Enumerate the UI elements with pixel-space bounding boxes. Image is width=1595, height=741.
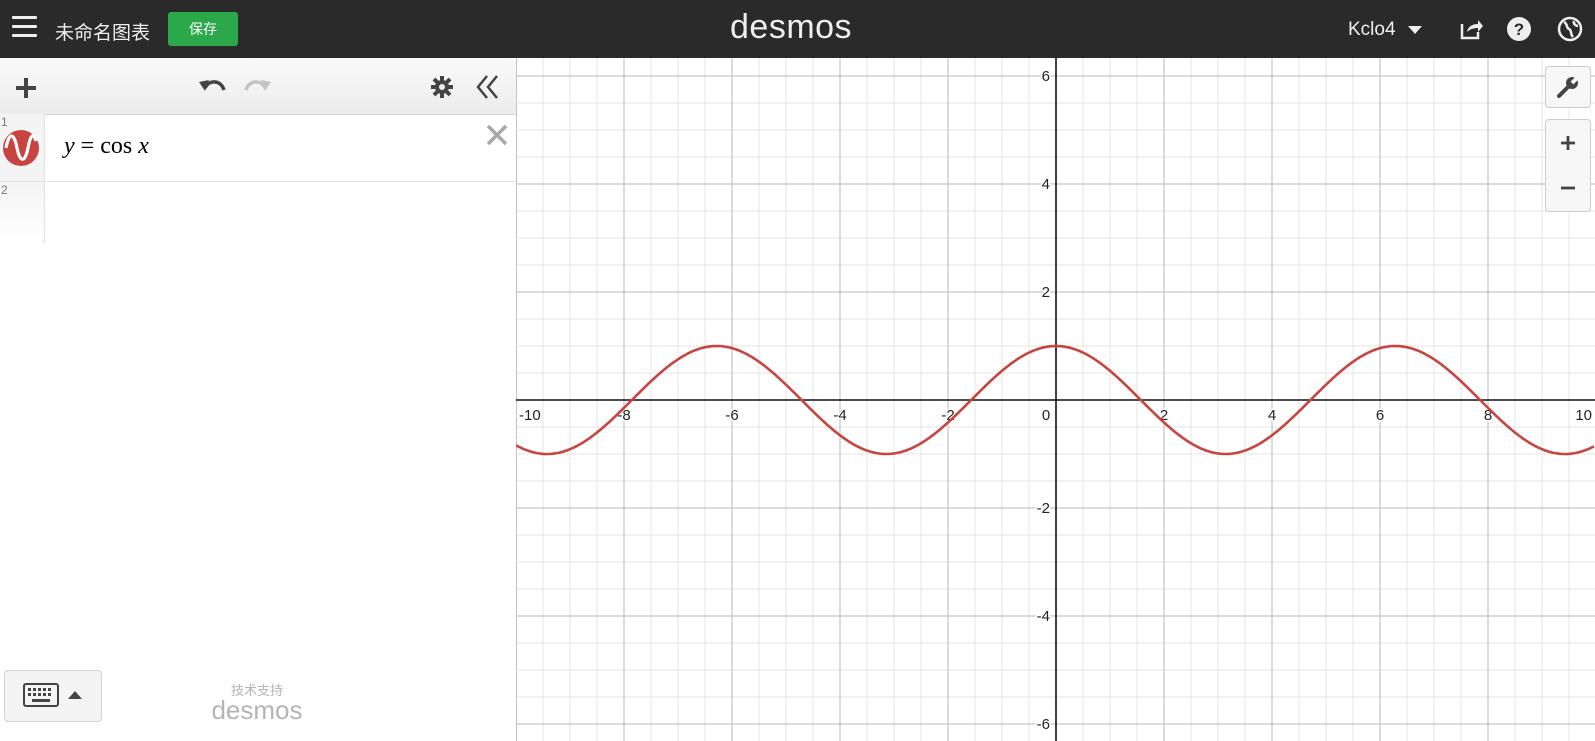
help-icon[interactable]: ? xyxy=(1506,16,1532,42)
x-tick-label: -4 xyxy=(833,407,846,424)
desmos-logo: desmos xyxy=(730,8,853,46)
math-y: y xyxy=(64,133,75,159)
expression-toolbar xyxy=(0,58,516,115)
y-tick-label: -4 xyxy=(1037,608,1050,625)
x-tick-label: 0 xyxy=(1042,407,1050,424)
user-dropdown-caret-icon[interactable] xyxy=(1408,26,1422,34)
caret-up-icon xyxy=(68,691,82,699)
x-tick-label: 10 xyxy=(1575,407,1592,424)
expression-gutter: 1 xyxy=(0,114,45,181)
keypad-toggle-button[interactable] xyxy=(4,670,102,722)
math-expression[interactable]: y = cos x xyxy=(64,133,149,160)
plus-icon[interactable] xyxy=(14,76,38,100)
minus-icon xyxy=(1561,186,1575,190)
keyboard-icon xyxy=(23,683,59,707)
graph-title[interactable]: 未命名图表 xyxy=(55,18,150,45)
expression-index: 2 xyxy=(1,183,8,197)
expression-index: 1 xyxy=(1,115,8,129)
y-tick-label: -6 xyxy=(1037,716,1050,733)
share-icon[interactable] xyxy=(1458,16,1484,42)
expression-row[interactable]: 1 y = cos x xyxy=(0,114,516,182)
y-tick-label: -2 xyxy=(1037,500,1050,517)
username[interactable]: Kclo4 xyxy=(1348,19,1396,41)
zoom-out-button[interactable] xyxy=(1545,165,1591,212)
x-tick-label: 6 xyxy=(1376,407,1384,424)
graph-paper[interactable]: -10 -8 -6 -4 -2 0 2 4 6 8 10 6 4 2 -2 -4 -6 xyxy=(516,58,1595,741)
top-bar: 未命名图表 保存 desmos Kclo4 ? xyxy=(0,0,1595,58)
math-equals: = xyxy=(80,133,95,159)
double-chevron-left-icon[interactable] xyxy=(475,74,499,100)
hamburger-menu-icon[interactable] xyxy=(12,16,37,38)
svg-text:?: ? xyxy=(1514,20,1524,39)
undo-icon[interactable] xyxy=(197,74,227,100)
gear-icon[interactable] xyxy=(430,75,454,99)
x-tick-label: -6 xyxy=(725,407,738,424)
math-cos: cos xyxy=(100,133,133,159)
redo-icon[interactable] xyxy=(243,74,273,100)
delete-expression-icon[interactable] xyxy=(482,120,512,150)
graph-canvas[interactable]: -10 -8 -6 -4 -2 0 2 4 6 8 10642-2-4-6 xyxy=(516,58,1595,741)
expression-panel: 1 y = cos x 2 技术支持 desmos xyxy=(0,58,517,741)
y-tick-label: 4 xyxy=(1042,176,1050,193)
plus-icon xyxy=(1561,136,1575,150)
x-tick-label: 4 xyxy=(1268,407,1276,424)
save-button[interactable]: 保存 xyxy=(168,12,238,46)
wrench-icon xyxy=(1557,75,1580,98)
graph-settings-button[interactable] xyxy=(1545,66,1591,108)
y-tick-label: 6 xyxy=(1042,68,1050,85)
x-tick-label: -10 xyxy=(519,407,541,424)
y-tick-label: 2 xyxy=(1042,284,1050,301)
powered-by: 技术支持 desmos xyxy=(207,680,307,725)
powered-by-logo: desmos xyxy=(211,695,303,725)
zoom-in-button[interactable] xyxy=(1545,119,1591,167)
expression-row-empty[interactable]: 2 xyxy=(0,182,516,244)
math-x: x xyxy=(138,133,149,159)
globe-icon[interactable] xyxy=(1557,16,1583,42)
curve-color-icon[interactable] xyxy=(2,129,40,167)
expression-gutter: 2 xyxy=(0,182,45,244)
